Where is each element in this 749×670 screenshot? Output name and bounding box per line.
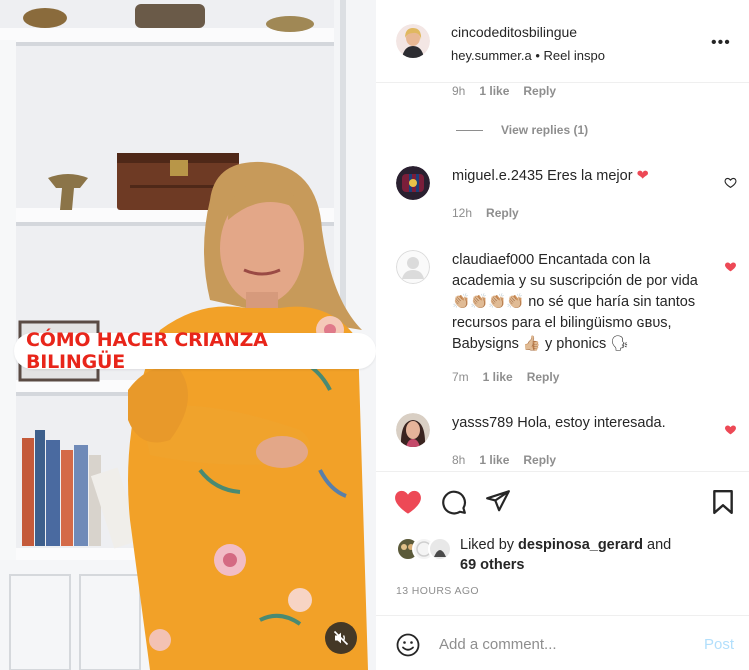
comment-bubble-icon[interactable] [441,489,467,515]
comment-body: Hola, estoy interesada. [517,415,666,431]
post-timestamp[interactable]: 13 HOURS AGO [396,585,479,597]
liked-comment-heart-icon[interactable] [724,423,737,436]
comment-time: 12h [452,206,473,220]
comment-text: yasss789 Hola, estoy interesada. [452,413,710,434]
comment-likes-count[interactable]: 1 like [479,453,509,467]
comment-likes-count[interactable]: 1 like [479,84,509,98]
author-username[interactable]: cincodeditosbilingue [451,24,577,40]
comment-likes-count[interactable]: 1 like [483,370,513,384]
liked-by-avatars[interactable] [396,537,456,561]
share-paper-plane-icon[interactable] [485,489,511,513]
comment-body: Eres la mejor [547,168,633,184]
comment-meta: 8h 1 like Reply [452,453,556,467]
post-header: cincodeditosbilingue hey.summer.a • Reel… [376,0,749,83]
author-avatar[interactable] [396,24,430,58]
liked-by-prefix: Liked by [460,537,515,553]
comment-meta: 12h Reply [452,206,519,220]
liked-by-others-link[interactable]: 69 others [460,557,524,573]
view-replies-button[interactable]: View replies (1) [456,123,588,137]
video-text-overlay: CÓMO HACER CRIANZA BILINGÜE [14,329,376,373]
mute-button[interactable] [325,622,357,654]
speaker-muted-icon [333,630,349,646]
prev-comment-meta: 9h 1 like Reply [452,84,556,98]
comment-time: 9h [452,84,466,98]
comment-time: 7m [452,370,469,384]
emoji-smiley-icon[interactable] [396,633,420,657]
audio-info: hey.summer.a • Reel inspo [451,48,605,63]
post-details-panel: cincodeditosbilingue hey.summer.a • Reel… [376,0,749,670]
reply-button[interactable]: Reply [523,84,556,98]
more-options-button[interactable]: ••• [711,34,731,52]
more-horizontal-icon: ••• [711,34,731,51]
audio-source-link[interactable]: hey.summer.a [451,48,532,63]
liked-comment-heart-icon[interactable] [724,260,737,273]
liked-by-username[interactable]: despinosa_gerard [518,537,643,553]
comment-text: miguel.e.2435 Eres la mejor ❤ [452,166,710,187]
post-comment-button[interactable]: Post [704,636,734,653]
commenter-username[interactable]: yasss789 [452,415,513,431]
reply-button[interactable]: Reply [486,206,519,220]
like-heart-icon[interactable] [394,489,422,515]
commenter-username[interactable]: miguel.e.2435 [452,168,543,184]
commenter-avatar[interactable] [396,413,430,447]
view-replies-label: View replies (1) [501,123,589,137]
audio-separator: • [535,48,540,63]
reply-button[interactable]: Reply [527,370,560,384]
commenter-username[interactable]: claudiaef000 [452,252,534,268]
liked-by-connector: and [647,537,672,553]
reel-video[interactable]: CÓMO HACER CRIANZA BILINGÜE [0,0,376,670]
comment-input[interactable] [439,633,679,655]
like-comment-heart-icon[interactable] [724,176,737,189]
liked-by-text: Liked by despinosa_gerard and 69 others [460,535,671,575]
replies-divider-line [456,129,483,131]
audio-title-link[interactable]: Reel inspo [544,48,605,63]
add-comment-bar: Post [376,615,749,670]
comment-meta: 7m 1 like Reply [452,370,559,384]
save-bookmark-icon[interactable] [712,489,734,515]
reply-button[interactable]: Reply [523,453,556,467]
comment-time: 8h [452,453,466,467]
commenter-avatar[interactable] [396,166,430,200]
comment-text: claudiaef000 Encantada con la academia y… [452,250,710,355]
commenter-avatar[interactable] [396,250,430,284]
red-heart-emoji: ❤ [636,168,649,184]
